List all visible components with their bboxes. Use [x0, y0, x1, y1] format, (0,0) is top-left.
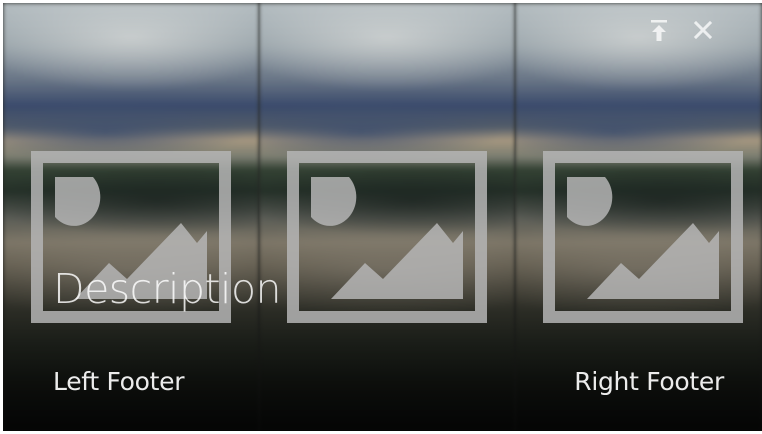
close-icon[interactable]: [690, 17, 716, 43]
left-footer: Left Footer: [53, 367, 185, 396]
image-placeholder-icon: [543, 151, 743, 323]
card-toolbar: [646, 17, 716, 43]
image-panel-2[interactable]: [259, 3, 515, 431]
image-card: Description Left Footer Right Footer: [3, 3, 762, 431]
right-footer: Right Footer: [574, 367, 724, 396]
pin-to-top-icon[interactable]: [646, 17, 672, 43]
card-description: Description: [53, 265, 282, 313]
image-placeholder-icon: [287, 151, 487, 323]
